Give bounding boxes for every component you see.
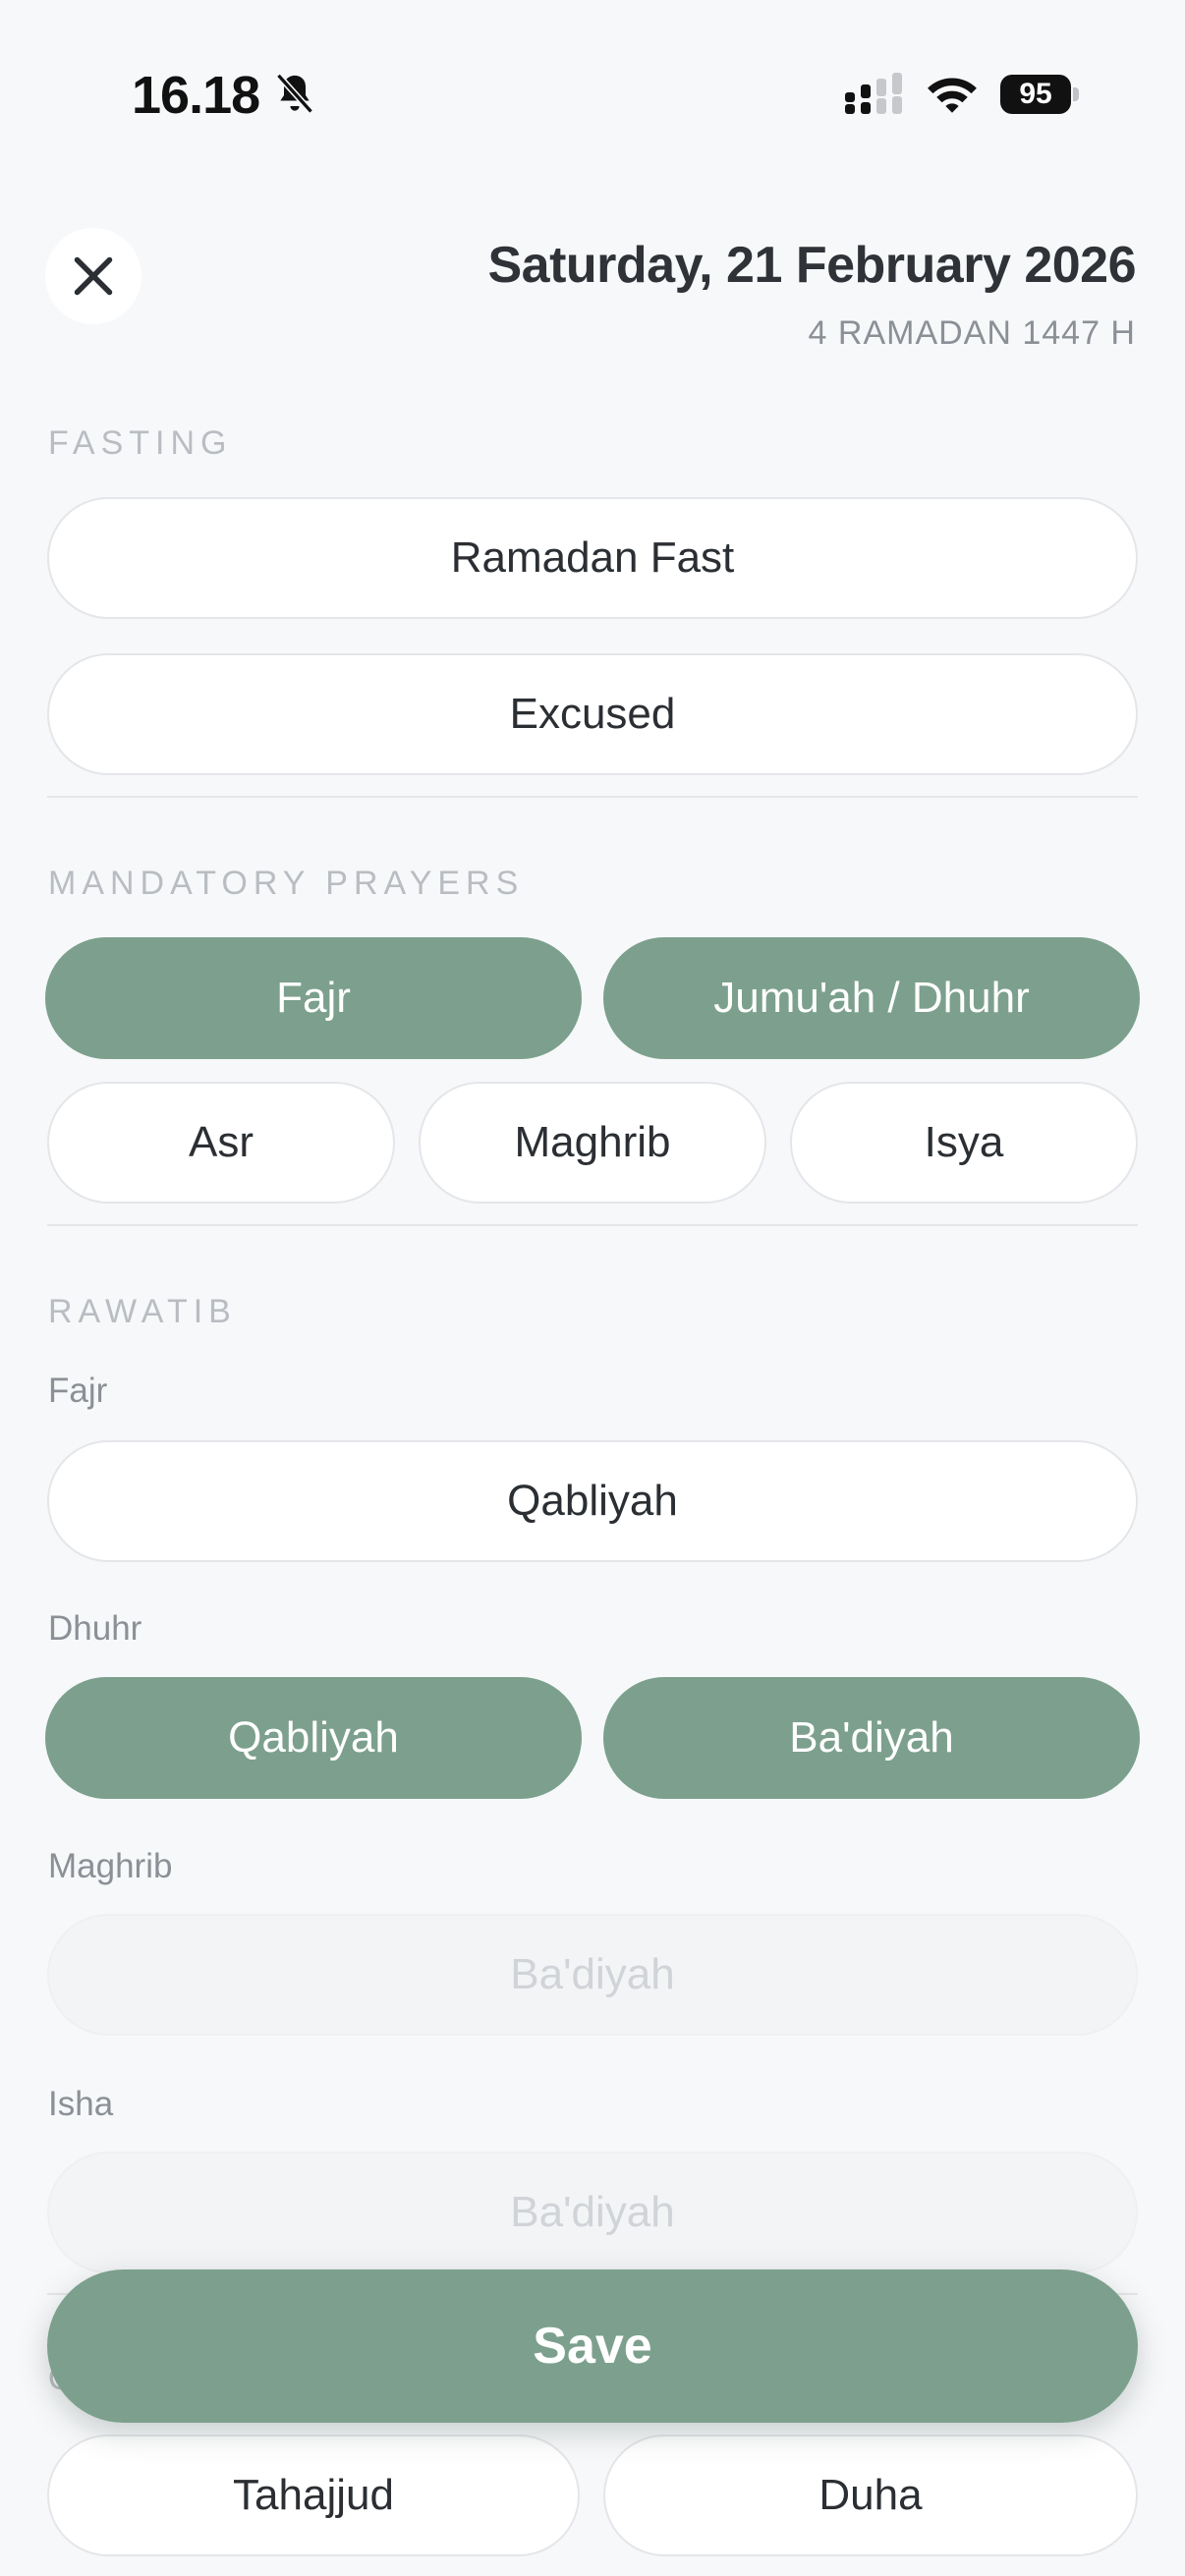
prayer-label: Asr xyxy=(189,1118,254,1166)
rawatib-section-title: RAWATIB xyxy=(48,1293,237,1330)
other-option-tahajjud[interactable]: Tahajjud xyxy=(47,2435,580,2556)
rawatib-option-label: Qabliyah xyxy=(507,1477,678,1525)
rawatib-dhuhr-badiyah[interactable]: Ba'diyah xyxy=(603,1677,1140,1799)
prayer-label: Fajr xyxy=(276,974,351,1022)
rawatib-group-label-isha: Isha xyxy=(48,2085,114,2123)
rawatib-option-label: Qabliyah xyxy=(228,1713,399,1762)
status-time: 16.18 xyxy=(132,65,316,126)
fasting-section-title: FASTING xyxy=(48,424,233,462)
divider xyxy=(47,1224,1138,1226)
bell-muted-icon xyxy=(276,73,314,114)
battery-indicator: 95 xyxy=(1000,75,1079,114)
other-option-label: Tahajjud xyxy=(233,2471,394,2519)
save-button-label: Save xyxy=(533,2318,652,2375)
rawatib-fajr-qabliyah[interactable]: Qabliyah xyxy=(47,1440,1138,1562)
close-icon xyxy=(74,256,113,296)
battery-tip xyxy=(1073,87,1079,101)
prayer-dhuhr[interactable]: Jumu'ah / Dhuhr xyxy=(603,937,1140,1059)
fasting-option-ramadan[interactable]: Ramadan Fast xyxy=(47,497,1138,619)
other-option-duha[interactable]: Duha xyxy=(603,2435,1138,2556)
mandatory-section-title: MANDATORY PRAYERS xyxy=(48,865,525,902)
close-button[interactable] xyxy=(45,228,141,324)
save-button[interactable]: Save xyxy=(47,2269,1138,2423)
divider xyxy=(47,796,1138,798)
status-time-text: 16.18 xyxy=(132,66,260,125)
fasting-option-excused[interactable]: Excused xyxy=(47,653,1138,775)
rawatib-isha-badiyah[interactable]: Ba'diyah xyxy=(47,2152,1138,2273)
fasting-option-label: Ramadan Fast xyxy=(450,533,735,582)
other-option-label: Duha xyxy=(818,2471,923,2519)
status-right: 95 xyxy=(845,73,1079,116)
rawatib-option-label: Ba'diyah xyxy=(789,1713,954,1762)
wifi-icon xyxy=(928,78,977,113)
status-bar: 16.18 95 xyxy=(0,0,1185,196)
prayer-asr[interactable]: Asr xyxy=(47,1082,395,1204)
prayer-maghrib[interactable]: Maghrib xyxy=(419,1082,766,1204)
rawatib-group-label-fajr: Fajr xyxy=(48,1372,108,1410)
rawatib-option-label: Ba'diyah xyxy=(510,1950,675,1998)
prayer-fajr[interactable]: Fajr xyxy=(45,937,582,1059)
rawatib-dhuhr-qabliyah[interactable]: Qabliyah xyxy=(45,1677,582,1799)
prayer-label: Maghrib xyxy=(514,1118,671,1166)
prayer-label: Jumu'ah / Dhuhr xyxy=(713,974,1030,1022)
header-date: Saturday, 21 February 2026 xyxy=(487,237,1137,294)
prayer-label: Isya xyxy=(924,1118,1004,1166)
rawatib-group-label-dhuhr: Dhuhr xyxy=(48,1609,142,1648)
cellular-signal-icon xyxy=(845,73,902,114)
header-hijri-date: 4 RAMADAN 1447 H xyxy=(808,314,1136,352)
rawatib-option-label: Ba'diyah xyxy=(510,2188,675,2236)
rawatib-group-label-maghrib: Maghrib xyxy=(48,1847,173,1885)
prayer-isya[interactable]: Isya xyxy=(790,1082,1138,1204)
battery-level: 95 xyxy=(1000,75,1071,114)
fasting-option-label: Excused xyxy=(509,690,676,738)
rawatib-maghrib-badiyah[interactable]: Ba'diyah xyxy=(47,1914,1138,2036)
